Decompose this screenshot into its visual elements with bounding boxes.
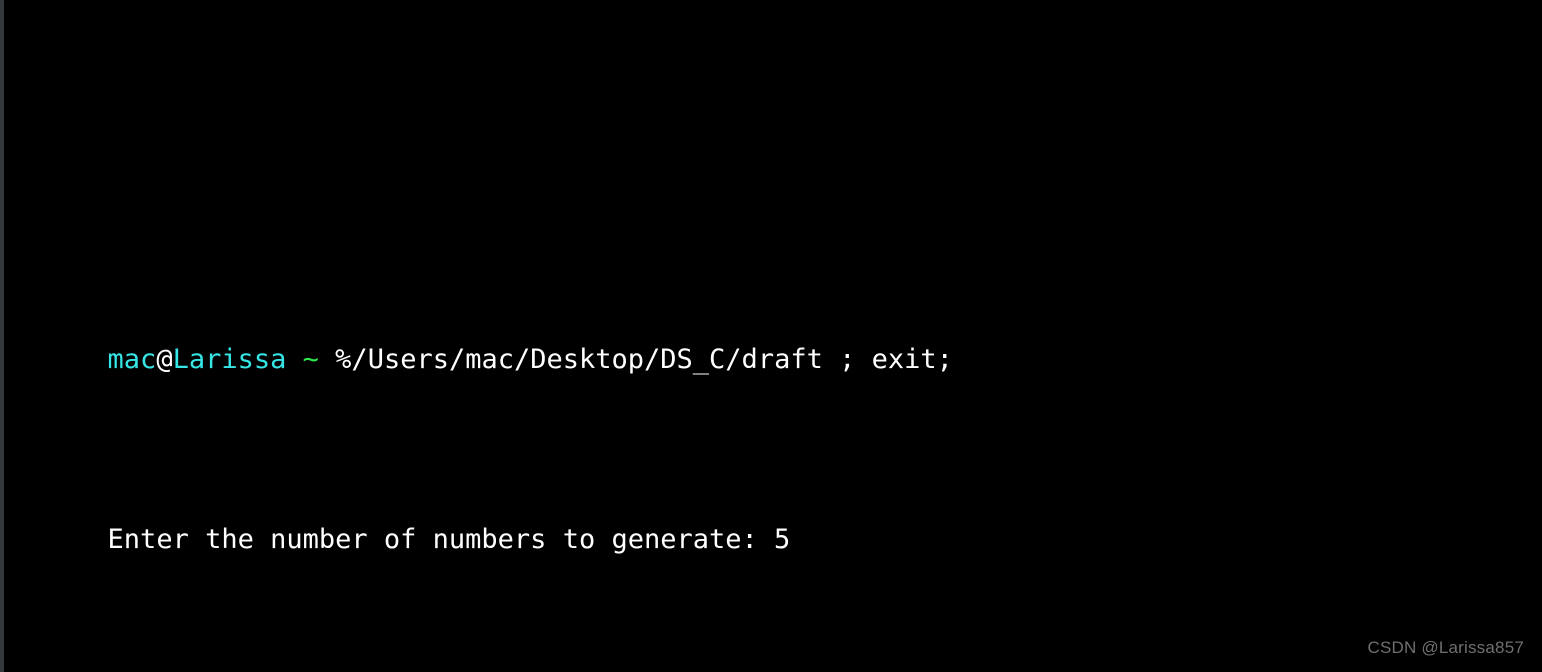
terminal-output-area[interactable]: mac@Larissa ~ %/Users/mac/Desktop/DS_C/d…	[10, 0, 1542, 672]
terminal-line-text: Enter the number of numbers to generate:…	[107, 524, 791, 555]
prompt-user: mac	[107, 344, 157, 375]
prompt-tilde: ~	[302, 344, 319, 375]
prompt-at: @	[156, 344, 173, 375]
prompt-host: Larissa	[172, 344, 287, 375]
prompt-command: %/Users/mac/Desktop/DS_C/draft ; exit;	[318, 344, 953, 375]
terminal-line-target-list: The target list: /n807 249 73 658 930	[10, 666, 1542, 672]
terminal-line-enter-count: Enter the number of numbers to generate:…	[10, 486, 1542, 555]
terminal-line-prompt: mac@Larissa ~ %/Users/mac/Desktop/DS_C/d…	[10, 306, 1542, 375]
prompt-space-1	[286, 344, 302, 375]
csdn-watermark: CSDN @Larissa857	[1367, 638, 1524, 657]
terminal-window[interactable]: mac@Larissa ~ %/Users/mac/Desktop/DS_C/d…	[0, 0, 1542, 672]
terminal-line-clipped	[10, 126, 1542, 162]
window-left-edge	[0, 0, 4, 672]
